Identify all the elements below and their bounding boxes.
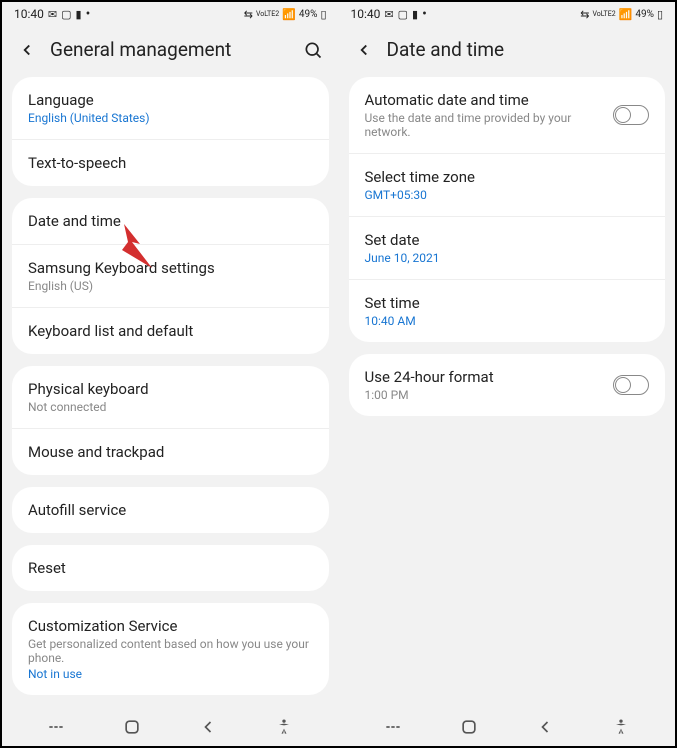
wifi-icon: ⇆ [244, 8, 253, 21]
home-icon[interactable] [459, 717, 479, 737]
header: Date and time [339, 26, 676, 77]
card-physical-group: Physical keyboard Not connected Mouse an… [12, 366, 329, 475]
notification-icon: ✉ [384, 8, 393, 21]
status-time: 10:40 [14, 7, 44, 21]
battery-small-icon: ▮ [76, 8, 82, 21]
header: General management [2, 26, 339, 77]
status-time: 10:40 [351, 7, 381, 21]
image-icon: ▢ [61, 8, 71, 21]
row-keyboard-settings[interactable]: Samsung Keyboard settings English (US) [12, 245, 329, 308]
row-language[interactable]: Language English (United States) [12, 77, 329, 140]
row-mouse-trackpad[interactable]: Mouse and trackpad [12, 429, 329, 475]
battery-icon: ▯ [657, 8, 663, 21]
nav-back-icon[interactable] [535, 717, 555, 737]
more-dot: • [86, 6, 91, 22]
back-icon[interactable] [18, 41, 36, 59]
lte-icon: VoLTE2 [256, 11, 279, 18]
card-datetime-group: Date and time Samsung Keyboard settings … [12, 198, 329, 354]
status-bar: 10:40 ✉ ▢ ▮ • ⇆ VoLTE2 📶 49% ▯ [339, 2, 676, 26]
recents-icon[interactable] [46, 717, 66, 737]
row-date-and-time[interactable]: Date and time [12, 198, 329, 245]
recents-icon[interactable] [383, 717, 403, 737]
phone-date-and-time: 10:40 ✉ ▢ ▮ • ⇆ VoLTE2 📶 49% ▯ Date and … [339, 2, 676, 746]
wifi-icon: ⇆ [580, 8, 589, 21]
row-tts[interactable]: Text-to-speech [12, 140, 329, 186]
battery-icon: ▯ [320, 8, 326, 21]
image-icon: ▢ [398, 8, 408, 21]
row-keyboard-list[interactable]: Keyboard list and default [12, 308, 329, 354]
home-icon[interactable] [122, 717, 142, 737]
row-24h-format[interactable]: Use 24-hour format 1:00 PM [349, 354, 666, 416]
page-title: Date and time [387, 38, 660, 61]
content-scroll[interactable]: Language English (United States) Text-to… [2, 77, 339, 706]
card-24h-format: Use 24-hour format 1:00 PM [349, 354, 666, 416]
battery-percent: 49% [299, 9, 318, 20]
row-set-date[interactable]: Set date June 10, 2021 [349, 217, 666, 280]
battery-percent: 49% [635, 9, 654, 20]
card-autofill-group: Autofill service [12, 487, 329, 533]
row-set-time[interactable]: Set time 10:40 AM [349, 280, 666, 342]
back-icon[interactable] [355, 41, 373, 59]
card-datetime-settings: Automatic date and time Use the date and… [349, 77, 666, 342]
nav-bar [339, 706, 676, 746]
content-scroll[interactable]: Automatic date and time Use the date and… [339, 77, 676, 706]
notification-icon: ✉ [48, 8, 57, 21]
signal-icon: 📶 [619, 8, 633, 21]
signal-icon: 📶 [282, 8, 296, 21]
page-title: General management [50, 38, 289, 61]
toggle-24h-format[interactable] [613, 375, 649, 395]
row-customization[interactable]: Customization Service Get personalized c… [12, 603, 329, 695]
card-customization-group: Customization Service Get personalized c… [12, 603, 329, 695]
more-dot: • [422, 6, 427, 22]
accessibility-icon[interactable] [611, 717, 631, 737]
phone-general-management: 10:40 ✉ ▢ ▮ • ⇆ VoLTE2 📶 49% ▯ General m… [2, 2, 339, 746]
toggle-auto-datetime[interactable] [613, 105, 649, 125]
nav-back-icon[interactable] [198, 717, 218, 737]
search-icon[interactable] [303, 40, 323, 60]
accessibility-icon[interactable] [274, 717, 294, 737]
card-language-group: Language English (United States) Text-to… [12, 77, 329, 186]
row-reset[interactable]: Reset [12, 545, 329, 591]
status-bar: 10:40 ✉ ▢ ▮ • ⇆ VoLTE2 📶 49% ▯ [2, 2, 339, 26]
row-physical-keyboard[interactable]: Physical keyboard Not connected [12, 366, 329, 429]
lte-icon: VoLTE2 [592, 11, 615, 18]
row-auto-datetime[interactable]: Automatic date and time Use the date and… [349, 77, 666, 154]
nav-bar [2, 706, 339, 746]
card-reset-group: Reset [12, 545, 329, 591]
row-autofill[interactable]: Autofill service [12, 487, 329, 533]
battery-small-icon: ▮ [412, 8, 418, 21]
row-timezone[interactable]: Select time zone GMT+05:30 [349, 154, 666, 217]
